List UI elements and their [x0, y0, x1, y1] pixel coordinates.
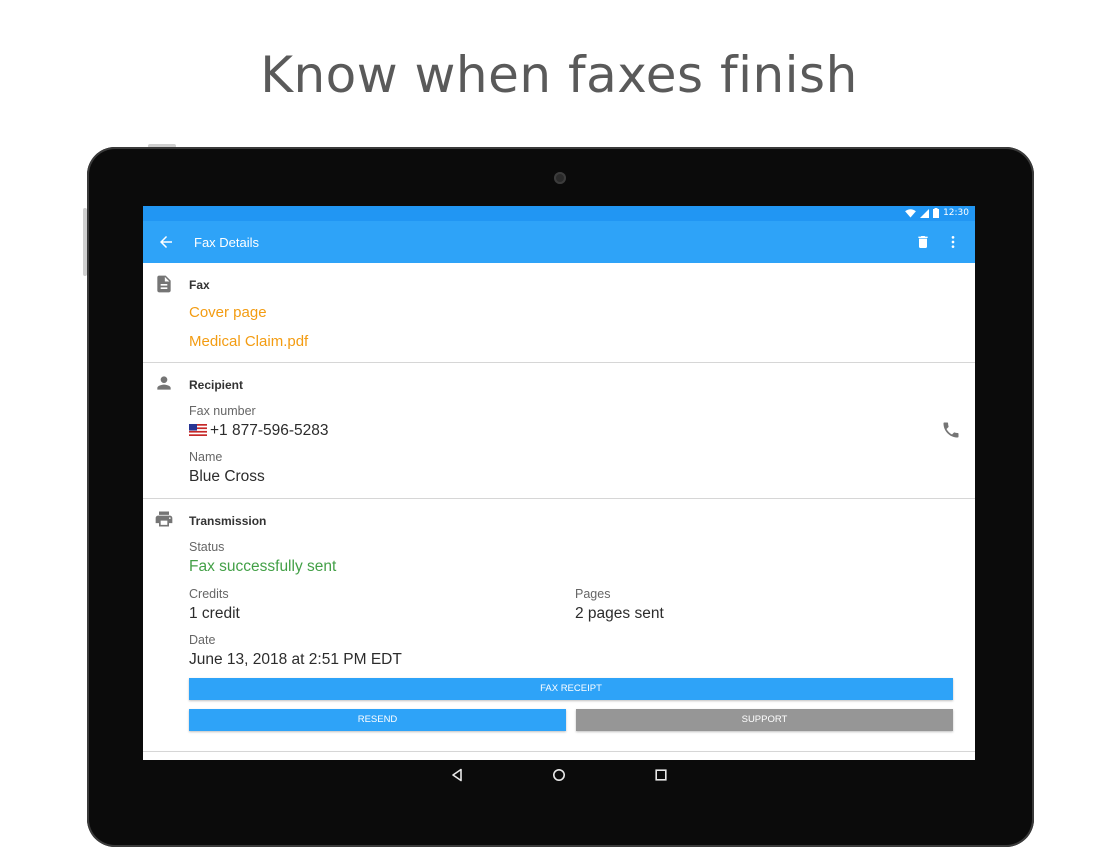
credits-value: 1 credit	[189, 605, 240, 622]
pages-value: 2 pages sent	[575, 605, 664, 622]
transmission-section: Transmission Status Fax successfully sen…	[143, 499, 975, 752]
signal-icon	[920, 208, 930, 218]
pages-label: Pages	[575, 587, 611, 601]
page-headline: Know when faxes finish	[260, 46, 858, 104]
more-vert-icon[interactable]	[945, 234, 961, 250]
app-bar-title: Fax Details	[194, 235, 260, 250]
person-icon	[157, 376, 171, 390]
credits-label: Credits	[189, 587, 229, 601]
cover-page-link[interactable]: Cover page	[189, 304, 267, 321]
battery-icon	[933, 208, 940, 218]
app-bar: Fax Details	[143, 221, 975, 263]
recipient-section-title: Recipient	[189, 378, 244, 392]
printer-icon	[155, 511, 173, 527]
us-flag-icon	[189, 424, 207, 436]
back-arrow-icon[interactable]	[157, 233, 175, 251]
status-bar: 12:30	[143, 206, 975, 221]
trash-icon[interactable]	[915, 234, 931, 250]
nav-recents-icon[interactable]	[654, 768, 668, 782]
fax-section: Fax Cover page Medical Claim.pdf	[143, 263, 975, 363]
transmission-section-title: Transmission	[189, 514, 267, 528]
name-label: Name	[189, 450, 223, 464]
name-value: Blue Cross	[189, 468, 265, 485]
attachment-link[interactable]: Medical Claim.pdf	[189, 333, 308, 350]
resend-button[interactable]: RESEND	[189, 709, 566, 731]
system-nav-bar	[143, 760, 975, 790]
fax-number-text: +1 877-596-5283	[210, 422, 329, 439]
app-screen: 12:30 Fax Details Fax Cover page Medical…	[143, 206, 975, 760]
fax-section-title: Fax	[189, 278, 210, 292]
status-value: Fax successfully sent	[189, 558, 337, 575]
document-icon	[157, 275, 171, 293]
status-time: 12:30	[943, 208, 969, 218]
fax-receipt-button[interactable]: FAX RECEIPT	[189, 678, 953, 700]
fax-number-label: Fax number	[189, 404, 256, 418]
camera-icon	[554, 172, 566, 184]
status-label: Status	[189, 540, 225, 554]
nav-home-icon[interactable]	[552, 768, 566, 782]
date-label: Date	[189, 633, 216, 647]
fax-number-value: +1 877-596-5283	[189, 422, 329, 440]
wifi-icon	[905, 208, 916, 218]
recipient-section: Recipient Fax number +1 877-596-5283 Nam…	[143, 363, 975, 499]
support-button[interactable]: SUPPORT	[576, 709, 953, 731]
date-value: June 13, 2018 at 2:51 PM EDT	[189, 651, 402, 668]
nav-back-icon[interactable]	[450, 768, 464, 782]
phone-icon[interactable]	[941, 420, 961, 440]
